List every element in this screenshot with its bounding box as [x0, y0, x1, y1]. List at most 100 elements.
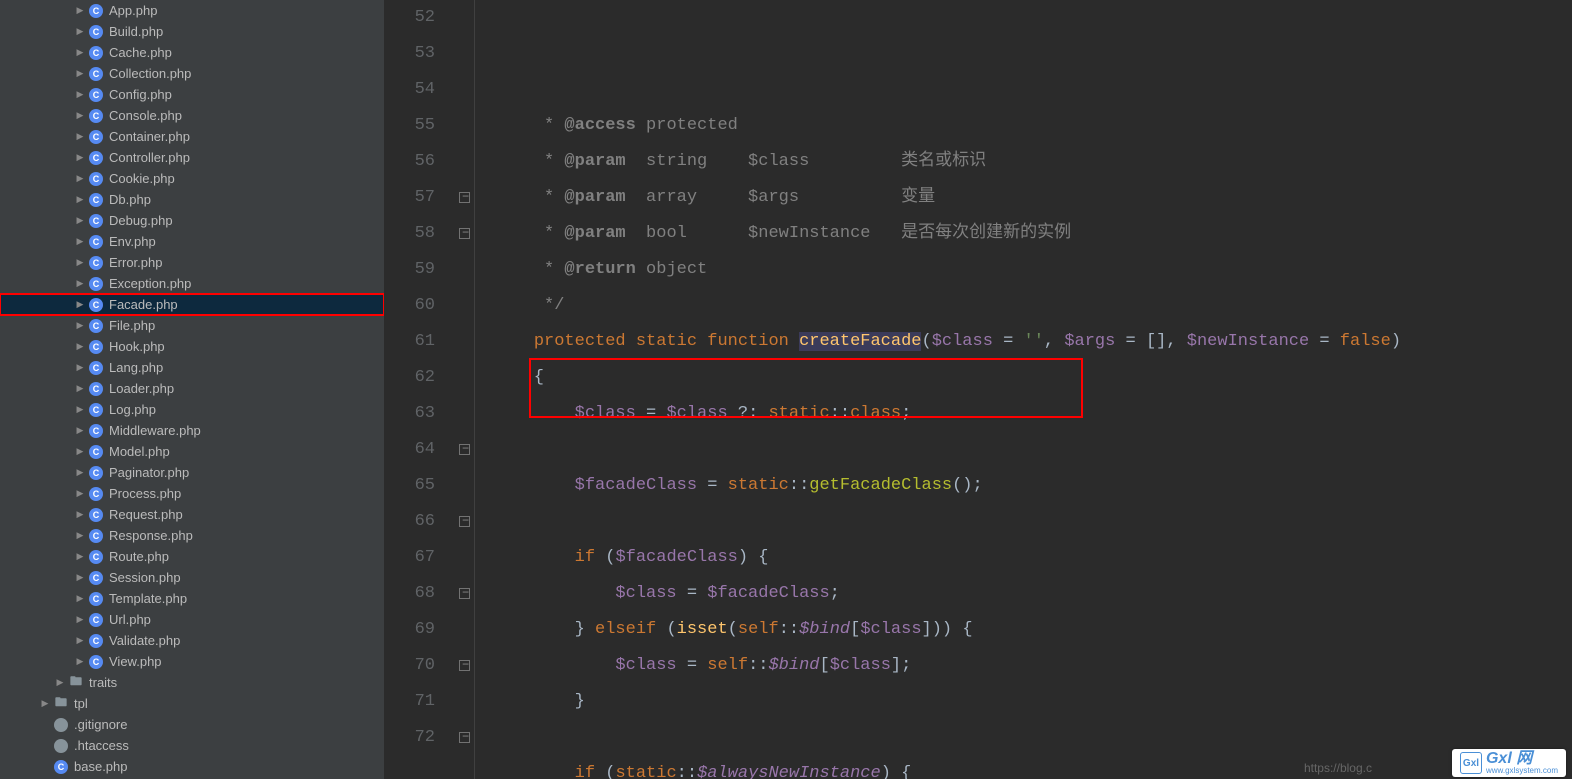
code-line-55[interactable]: * @param bool $newInstance 是否每次创建新的实例	[493, 216, 1572, 252]
tree-item-config-php[interactable]: ▶CConfig.php	[0, 84, 384, 105]
code-line-59[interactable]: {	[493, 360, 1572, 396]
code-line-65[interactable]: $class = $facadeClass;	[493, 576, 1572, 612]
chevron-right-icon[interactable]: ▶	[75, 215, 85, 226]
chevron-right-icon[interactable]: ▶	[75, 362, 85, 373]
tree-item-collection-php[interactable]: ▶CCollection.php	[0, 63, 384, 84]
tree-item-facade-php[interactable]: ▶CFacade.php	[0, 294, 384, 315]
chevron-right-icon[interactable]: ▶	[75, 467, 85, 478]
chevron-right-icon[interactable]: ▶	[75, 614, 85, 625]
chevron-right-icon[interactable]: ▶	[75, 572, 85, 583]
tree-item-session-php[interactable]: ▶CSession.php	[0, 567, 384, 588]
chevron-right-icon[interactable]: ▶	[75, 404, 85, 415]
tree-item-app-php[interactable]: ▶CApp.php	[0, 0, 384, 21]
code-line-53[interactable]: * @param string $class 类名或标识	[493, 144, 1572, 180]
tree-item-exception-php[interactable]: ▶CException.php	[0, 273, 384, 294]
tree-item-file-php[interactable]: ▶CFile.php	[0, 315, 384, 336]
code-line-67[interactable]: $class = self::$bind[$class];	[493, 648, 1572, 684]
fold-marker-icon[interactable]	[459, 228, 470, 239]
tree-item-request-php[interactable]: ▶CRequest.php	[0, 504, 384, 525]
code-line-57[interactable]: */	[493, 288, 1572, 324]
chevron-right-icon[interactable]: ▶	[75, 425, 85, 436]
chevron-right-icon[interactable]: ▶	[75, 320, 85, 331]
fold-marker-icon[interactable]	[459, 588, 470, 599]
chevron-right-icon[interactable]: ▶	[75, 26, 85, 37]
tree-item-route-php[interactable]: ▶CRoute.php	[0, 546, 384, 567]
chevron-right-icon[interactable]: ▶	[75, 278, 85, 289]
chevron-right-icon[interactable]: ▶	[75, 593, 85, 604]
chevron-right-icon[interactable]: ▶	[75, 299, 85, 310]
tree-item-process-php[interactable]: ▶CProcess.php	[0, 483, 384, 504]
tree-item-lang-php[interactable]: ▶CLang.php	[0, 357, 384, 378]
chevron-right-icon[interactable]: ▶	[75, 488, 85, 499]
tree-item--htaccess[interactable]: .htaccess	[0, 735, 384, 756]
chevron-right-icon[interactable]: ▶	[75, 5, 85, 16]
tree-item-hook-php[interactable]: ▶CHook.php	[0, 336, 384, 357]
fold-marker-icon[interactable]	[459, 732, 470, 743]
chevron-right-icon[interactable]: ▶	[40, 698, 50, 709]
code-line-56[interactable]: * @return object	[493, 252, 1572, 288]
code-line-63[interactable]	[493, 504, 1572, 540]
code-line-52[interactable]: * @access protected	[493, 108, 1572, 144]
tree-item-env-php[interactable]: ▶CEnv.php	[0, 231, 384, 252]
tree-item--gitignore[interactable]: .gitignore	[0, 714, 384, 735]
code-line-58[interactable]: protected static function createFacade($…	[493, 324, 1572, 360]
tree-item-validate-php[interactable]: ▶CValidate.php	[0, 630, 384, 651]
code-area[interactable]: * @access protected * @param string $cla…	[475, 0, 1572, 779]
tree-item-db-php[interactable]: ▶CDb.php	[0, 189, 384, 210]
code-line-68[interactable]: }	[493, 684, 1572, 720]
tree-item-base-php[interactable]: Cbase.php	[0, 756, 384, 777]
tree-item-tpl[interactable]: ▶🖿tpl	[0, 693, 384, 714]
chevron-right-icon[interactable]: ▶	[75, 110, 85, 121]
fold-marker-icon[interactable]	[459, 516, 470, 527]
code-line-64[interactable]: if ($facadeClass) {	[493, 540, 1572, 576]
chevron-right-icon[interactable]: ▶	[75, 656, 85, 667]
tree-item-log-php[interactable]: ▶CLog.php	[0, 399, 384, 420]
fold-marker-icon[interactable]	[459, 444, 470, 455]
chevron-right-icon[interactable]: ▶	[75, 131, 85, 142]
code-line-69[interactable]	[493, 720, 1572, 756]
tree-item-container-php[interactable]: ▶CContainer.php	[0, 126, 384, 147]
tree-item-middleware-php[interactable]: ▶CMiddleware.php	[0, 420, 384, 441]
chevron-right-icon[interactable]: ▶	[75, 551, 85, 562]
chevron-right-icon[interactable]: ▶	[75, 635, 85, 646]
chevron-right-icon[interactable]: ▶	[75, 530, 85, 541]
chevron-right-icon[interactable]: ▶	[75, 341, 85, 352]
chevron-right-icon[interactable]: ▶	[75, 236, 85, 247]
chevron-right-icon[interactable]: ▶	[75, 173, 85, 184]
tree-item-view-php[interactable]: ▶CView.php	[0, 651, 384, 672]
tree-item-paginator-php[interactable]: ▶CPaginator.php	[0, 462, 384, 483]
fold-marker-icon[interactable]	[459, 192, 470, 203]
fold-marker-icon[interactable]	[459, 660, 470, 671]
chevron-right-icon[interactable]: ▶	[75, 509, 85, 520]
chevron-right-icon[interactable]: ▶	[75, 446, 85, 457]
fold-column[interactable]	[455, 0, 475, 779]
tree-item-console-php[interactable]: ▶CConsole.php	[0, 105, 384, 126]
tree-item-build-php[interactable]: ▶CBuild.php	[0, 21, 384, 42]
tree-item-traits[interactable]: ▶🖿traits	[0, 672, 384, 693]
tree-item-loader-php[interactable]: ▶CLoader.php	[0, 378, 384, 399]
chevron-right-icon[interactable]: ▶	[75, 68, 85, 79]
tree-item-model-php[interactable]: ▶CModel.php	[0, 441, 384, 462]
code-line-54[interactable]: * @param array $args 变量	[493, 180, 1572, 216]
tree-item-controller-php[interactable]: ▶CController.php	[0, 147, 384, 168]
chevron-right-icon[interactable]: ▶	[75, 89, 85, 100]
chevron-right-icon[interactable]: ▶	[75, 194, 85, 205]
file-tree-sidebar[interactable]: ▶CApp.php▶CBuild.php▶CCache.php▶CCollect…	[0, 0, 385, 779]
code-editor[interactable]: 5253545556575859606162636465666768697071…	[385, 0, 1572, 779]
chevron-right-icon[interactable]: ▶	[55, 677, 65, 688]
code-line-62[interactable]: $facadeClass = static::getFacadeClass();	[493, 468, 1572, 504]
code-line-66[interactable]: } elseif (isset(self::$bind[$class])) {	[493, 612, 1572, 648]
tree-item-url-php[interactable]: ▶CUrl.php	[0, 609, 384, 630]
chevron-right-icon[interactable]: ▶	[75, 257, 85, 268]
code-line-61[interactable]	[493, 432, 1572, 468]
code-line-60[interactable]: $class = $class ?: static::class;	[493, 396, 1572, 432]
tree-item-cache-php[interactable]: ▶CCache.php	[0, 42, 384, 63]
chevron-right-icon[interactable]: ▶	[75, 152, 85, 163]
tree-item-debug-php[interactable]: ▶CDebug.php	[0, 210, 384, 231]
tree-item-response-php[interactable]: ▶CResponse.php	[0, 525, 384, 546]
tree-item-cookie-php[interactable]: ▶CCookie.php	[0, 168, 384, 189]
tree-item-template-php[interactable]: ▶CTemplate.php	[0, 588, 384, 609]
tree-item-error-php[interactable]: ▶CError.php	[0, 252, 384, 273]
code-line-70[interactable]: if (static::$alwaysNewInstance) {	[493, 756, 1572, 779]
chevron-right-icon[interactable]: ▶	[75, 47, 85, 58]
